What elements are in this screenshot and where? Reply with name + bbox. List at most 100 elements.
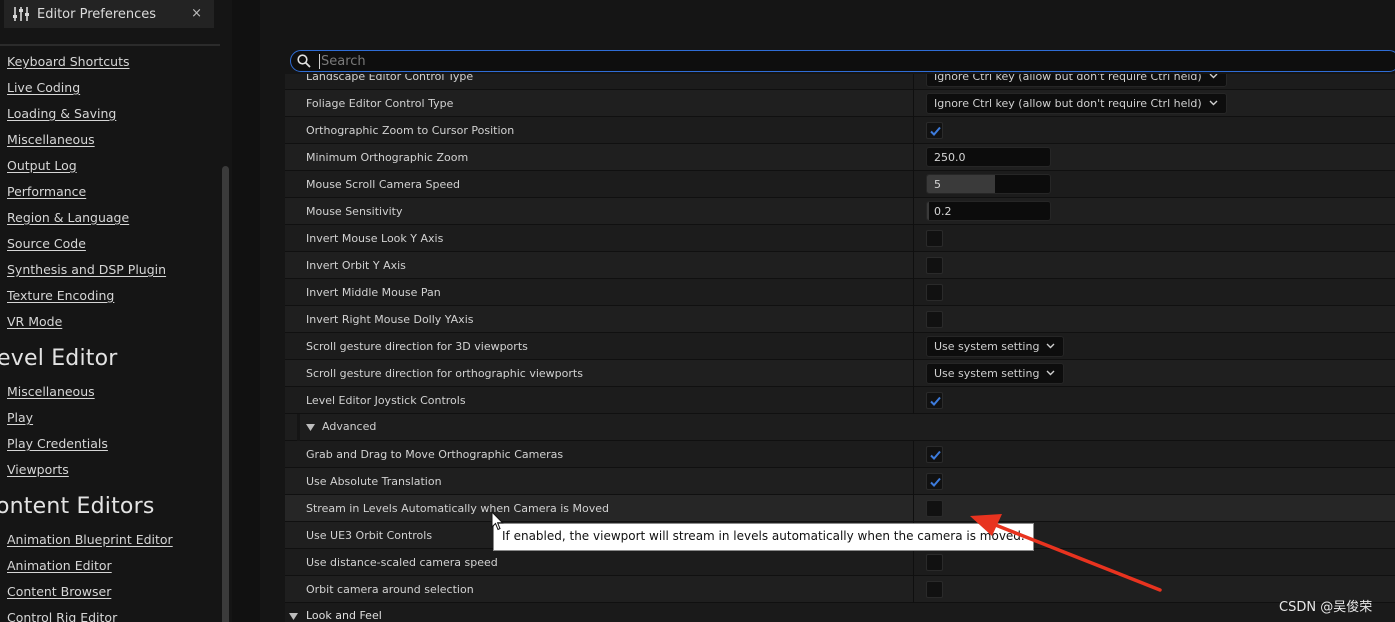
- nav-link-performance[interactable]: Performance: [7, 184, 86, 199]
- dropdown[interactable]: Use system setting: [926, 336, 1065, 357]
- slider-input[interactable]: 0.2: [926, 201, 1051, 221]
- settings-row: Mouse Sensitivity 0.2: [285, 198, 1395, 225]
- setting-label: Use Absolute Translation: [306, 475, 442, 488]
- nav-link-animation-editor[interactable]: Animation Editor: [7, 558, 112, 573]
- number-input[interactable]: 250.0: [926, 147, 1051, 167]
- checkbox[interactable]: [926, 554, 943, 571]
- chevron-down-icon: [1209, 100, 1218, 106]
- setting-label: Landscape Editor Control Type: [306, 74, 474, 83]
- checkbox[interactable]: [926, 446, 943, 463]
- watermark: CSDN @吴俊荣: [1279, 600, 1373, 615]
- column-splitter[interactable]: [913, 333, 914, 360]
- column-splitter[interactable]: [913, 576, 914, 603]
- nav-link-region-language[interactable]: Region & Language: [7, 210, 129, 225]
- setting-label: Mouse Sensitivity: [306, 205, 403, 218]
- search-icon: [297, 54, 311, 68]
- settings-row: Orthographic Zoom to Cursor Position: [285, 117, 1395, 144]
- close-icon[interactable]: ×: [191, 6, 202, 21]
- dropdown-value: Ignore Ctrl key (allow but don't require…: [934, 97, 1202, 110]
- checkbox[interactable]: [926, 122, 943, 139]
- sliders-icon: [13, 7, 29, 21]
- checkbox[interactable]: [926, 392, 943, 409]
- settings-row: Grab and Drag to Move Orthographic Camer…: [285, 441, 1395, 468]
- numeric-value: 5: [934, 178, 941, 191]
- indent-gutter: [297, 414, 300, 441]
- checkbox[interactable]: [926, 581, 943, 598]
- nav-link-miscellaneous[interactable]: Miscellaneous: [7, 132, 95, 147]
- column-splitter[interactable]: [913, 144, 914, 171]
- numeric-value: 0.2: [934, 205, 952, 218]
- column-splitter[interactable]: [913, 549, 914, 576]
- category-look-and-feel[interactable]: Look and Feel: [285, 603, 1395, 622]
- checkbox[interactable]: [926, 230, 943, 247]
- column-splitter[interactable]: [913, 495, 914, 522]
- nav-link-texture-encoding[interactable]: Texture Encoding: [7, 288, 114, 303]
- setting-label: Minimum Orthographic Zoom: [306, 151, 469, 164]
- nav-link-loading-saving[interactable]: Loading & Saving: [7, 106, 116, 121]
- column-splitter[interactable]: [913, 171, 914, 198]
- column-splitter[interactable]: [913, 279, 914, 306]
- column-splitter[interactable]: [913, 74, 914, 90]
- nav-link-content-browser[interactable]: Content Browser: [7, 584, 111, 599]
- expand-arrow-icon[interactable]: [289, 613, 298, 620]
- column-splitter[interactable]: [913, 360, 914, 387]
- setting-label: Invert Right Mouse Dolly YAxis: [306, 313, 474, 326]
- expand-arrow-icon[interactable]: [306, 424, 315, 431]
- checkbox[interactable]: [926, 500, 943, 517]
- setting-label: Scroll gesture direction for 3D viewport…: [306, 340, 528, 353]
- checkbox[interactable]: [926, 473, 943, 490]
- search-input[interactable]: [321, 52, 1221, 70]
- nav-link-control-rig-editor[interactable]: Control Rig Editor: [7, 610, 117, 622]
- nav-link-keyboard-shortcuts[interactable]: Keyboard Shortcuts: [7, 54, 130, 69]
- nav-link-live-coding[interactable]: Live Coding: [7, 80, 80, 95]
- settings-row: Invert Middle Mouse Pan: [285, 279, 1395, 306]
- nav-link-synthesis-and-dsp-plugin[interactable]: Synthesis and DSP Plugin: [7, 262, 166, 277]
- category-advanced[interactable]: Advanced: [285, 414, 1395, 441]
- column-splitter[interactable]: [913, 468, 914, 495]
- setting-label: Foliage Editor Control Type: [306, 97, 454, 110]
- column-splitter[interactable]: [913, 198, 914, 225]
- nav-link-source-code[interactable]: Source Code: [7, 236, 86, 251]
- column-splitter[interactable]: [913, 225, 914, 252]
- chevron-down-icon: [1046, 370, 1055, 376]
- tab-editor-preferences[interactable]: Editor Preferences ×: [4, 0, 214, 28]
- nav-link-play-credentials[interactable]: Play Credentials: [7, 436, 108, 451]
- column-splitter[interactable]: [913, 441, 914, 468]
- nav-link-output-log[interactable]: Output Log: [7, 158, 77, 173]
- settings-row: Invert Mouse Look Y Axis: [285, 225, 1395, 252]
- slider-fill: [927, 202, 929, 220]
- column-splitter[interactable]: [913, 117, 914, 144]
- dropdown[interactable]: Ignore Ctrl key (allow but don't require…: [926, 93, 1227, 114]
- column-splitter[interactable]: [913, 306, 914, 333]
- checkbox[interactable]: [926, 284, 943, 301]
- column-splitter[interactable]: [913, 387, 914, 414]
- slider-input[interactable]: 5: [926, 174, 1051, 194]
- settings-row: Foliage Editor Control Type Ignore Ctrl k…: [285, 90, 1395, 117]
- nav-scrollbar[interactable]: [222, 166, 229, 622]
- setting-label: Invert Mouse Look Y Axis: [306, 232, 444, 245]
- category-label: Look and Feel: [306, 609, 382, 622]
- settings-row: Invert Right Mouse Dolly YAxis: [285, 306, 1395, 333]
- column-splitter[interactable]: [913, 90, 914, 117]
- setting-label: Scroll gesture direction for orthographi…: [306, 367, 583, 380]
- panel-divider: [232, 0, 260, 622]
- nav-link-vr-mode[interactable]: VR Mode: [7, 314, 62, 329]
- mouse-cursor-icon: [491, 511, 504, 531]
- nav-link-miscellaneous[interactable]: Miscellaneous: [7, 384, 95, 399]
- checkbox[interactable]: [926, 311, 943, 328]
- chevron-down-icon: [1209, 74, 1218, 79]
- settings-row: Scroll gesture direction for 3D viewport…: [285, 333, 1395, 360]
- settings-row: Level Editor Joystick Controls: [285, 387, 1395, 414]
- nav-link-play[interactable]: Play: [7, 410, 33, 425]
- nav-link-animation-blueprint-editor[interactable]: Animation Blueprint Editor: [7, 532, 173, 547]
- tooltip: If enabled, the viewport will stream in …: [493, 523, 1034, 551]
- settings-row: Use Absolute Translation: [285, 468, 1395, 495]
- dropdown[interactable]: Ignore Ctrl key (allow but don't require…: [926, 74, 1227, 87]
- dropdown-value: Use system setting: [934, 340, 1040, 353]
- search-bar[interactable]: [290, 50, 1395, 72]
- column-splitter[interactable]: [913, 252, 914, 279]
- checkbox[interactable]: [926, 257, 943, 274]
- nav-link-viewports[interactable]: Viewports: [7, 462, 69, 477]
- dropdown[interactable]: Use system setting: [926, 363, 1065, 384]
- setting-label: Invert Orbit Y Axis: [306, 259, 406, 272]
